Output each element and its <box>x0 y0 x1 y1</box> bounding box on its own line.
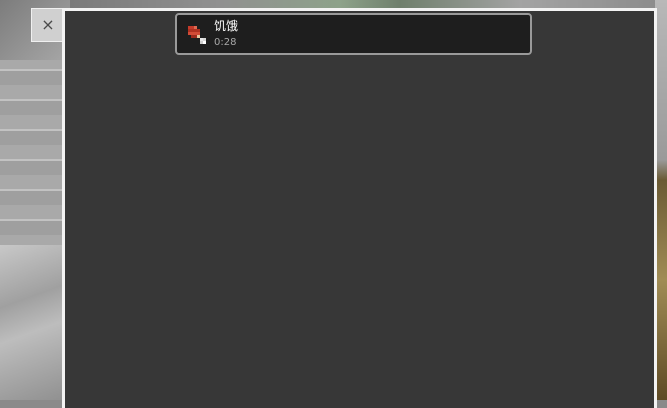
effects-panel <box>62 8 657 408</box>
world-stairs <box>0 55 70 245</box>
effect-name: 饥饿 <box>214 19 239 33</box>
raw-meat-icon <box>185 23 209 47</box>
close-icon: × <box>41 15 55 34</box>
status-effect-card[interactable]: 饥饿 0:28 <box>175 13 532 55</box>
close-button[interactable]: × <box>31 8 65 42</box>
effect-duration: 0:28 <box>214 37 237 48</box>
world-floor <box>0 245 70 400</box>
